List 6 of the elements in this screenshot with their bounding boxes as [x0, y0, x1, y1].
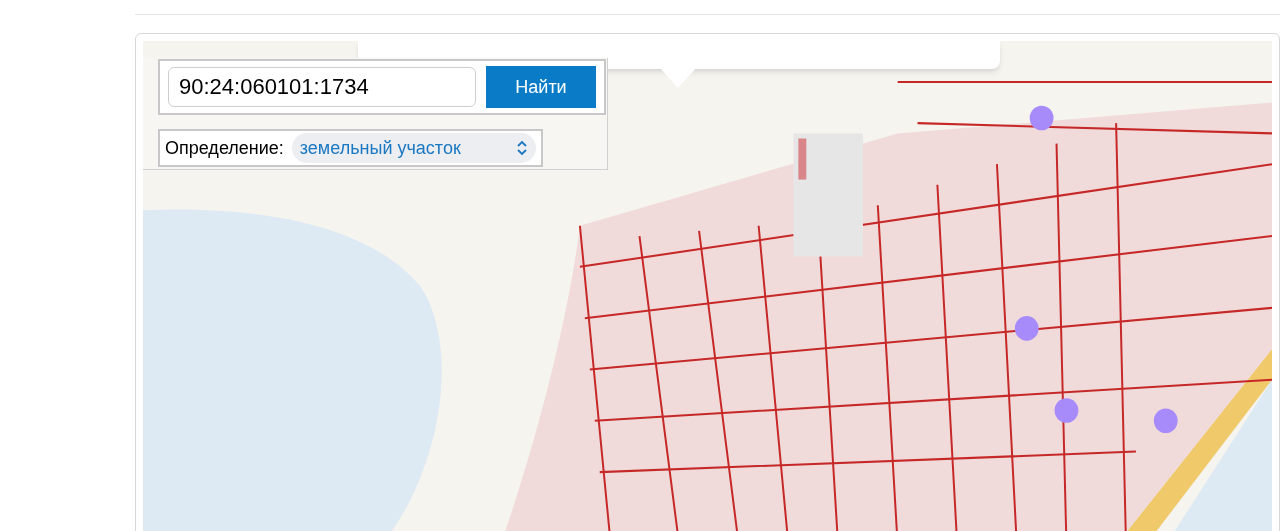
find-button[interactable]: Найти: [486, 66, 596, 108]
definition-select[interactable]: земельный участок: [291, 133, 536, 163]
popup-pointer: [660, 68, 696, 88]
cadastral-number-field[interactable]: 90:24:060101:1734: [168, 67, 476, 107]
definition-label: Определение:: [165, 136, 284, 160]
chevron-icon: [516, 140, 528, 156]
